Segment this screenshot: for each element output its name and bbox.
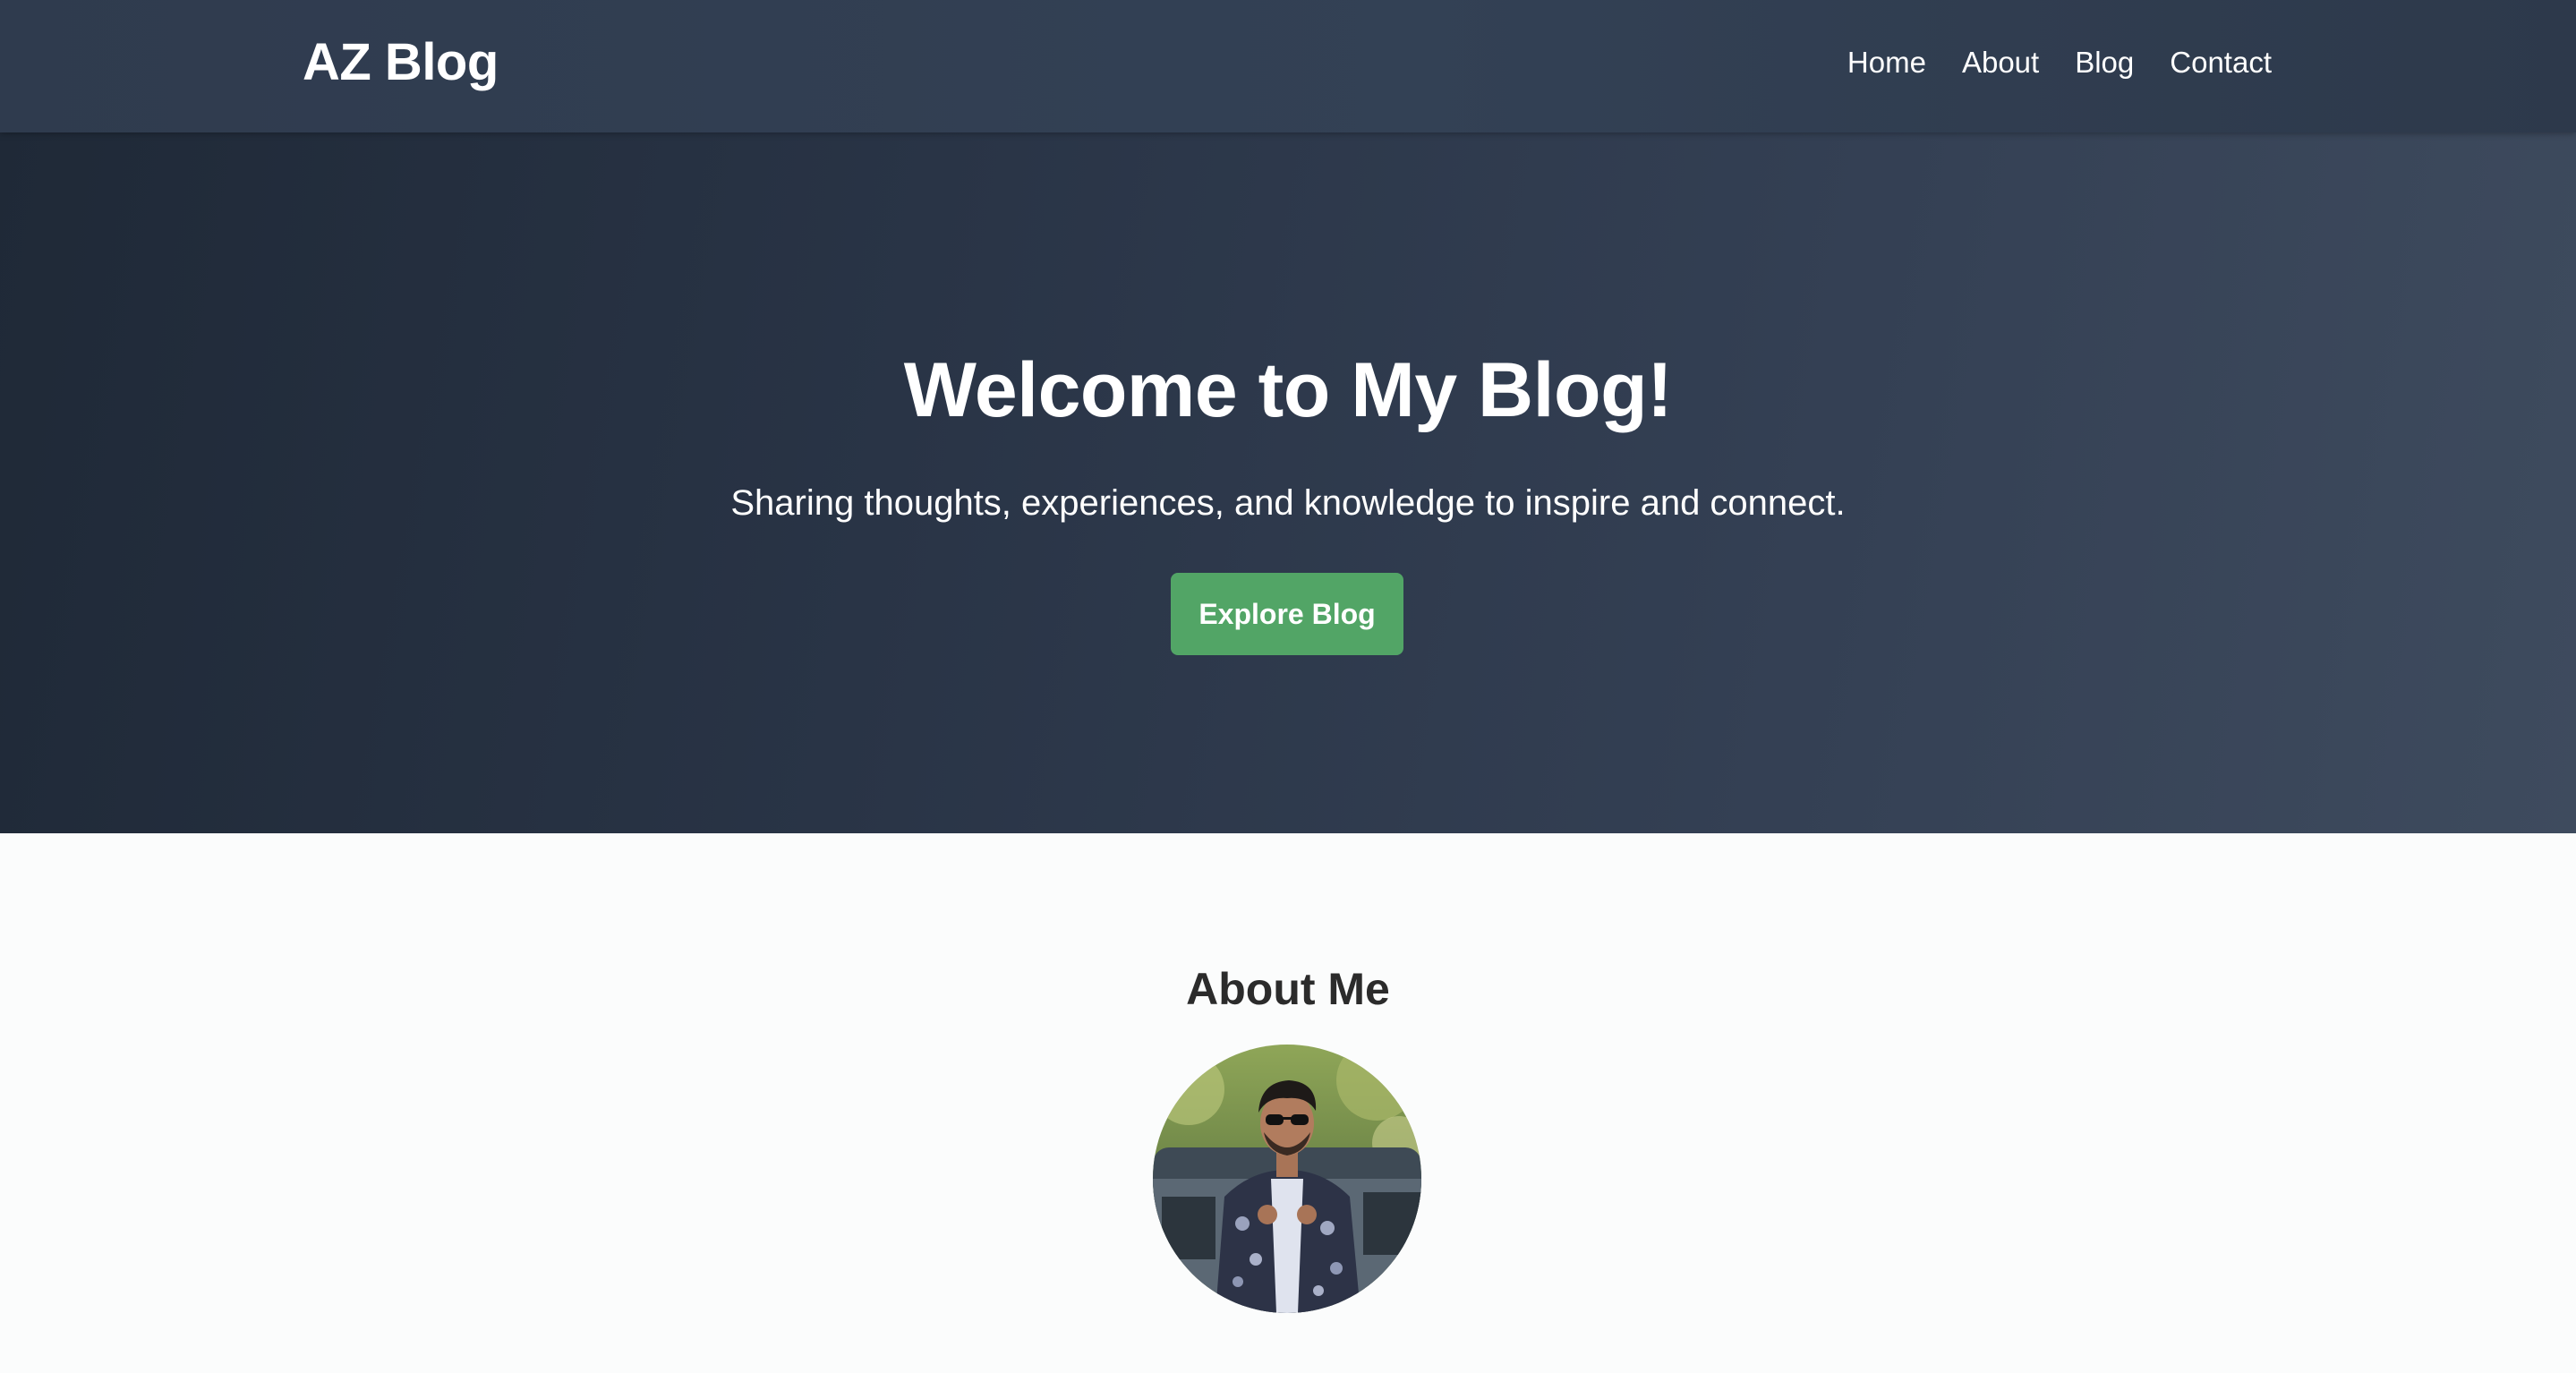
explore-blog-button[interactable]: Explore Blog — [1171, 573, 1403, 655]
nav-blog-link[interactable]: Blog — [2075, 43, 2134, 82]
main-nav: Home About Blog Contact — [1847, 43, 2272, 82]
profile-photo-icon — [1153, 1045, 1421, 1313]
site-brand[interactable]: AZ Blog — [303, 30, 499, 95]
nav-contact-link[interactable]: Contact — [2170, 43, 2272, 82]
site-header: AZ Blog Home About Blog Contact — [0, 0, 2576, 132]
hero-title: Welcome to My Blog! — [903, 347, 1673, 433]
hero-section: Welcome to My Blog! Sharing thoughts, ex… — [0, 132, 2576, 833]
about-section: About Me — [0, 833, 2576, 1373]
profile-avatar — [1153, 1045, 1421, 1313]
hero-subtitle: Sharing thoughts, experiences, and knowl… — [730, 483, 1846, 523]
nav-home-link[interactable]: Home — [1847, 43, 1926, 82]
about-title: About Me — [1186, 964, 1390, 1014]
nav-about-link[interactable]: About — [1962, 43, 2039, 82]
